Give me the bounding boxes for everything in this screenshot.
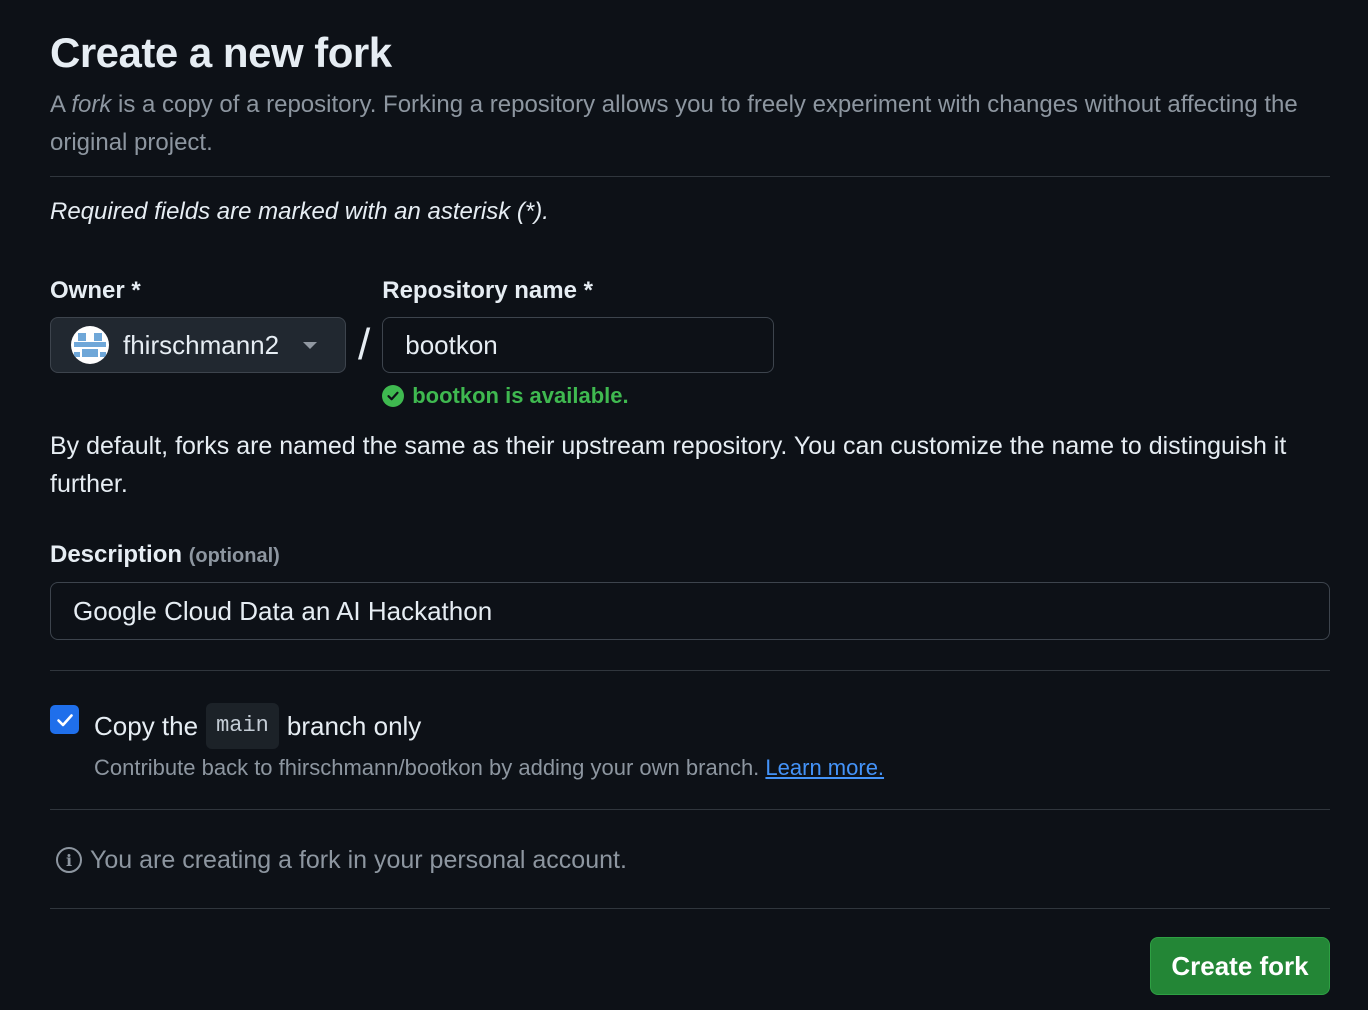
- copy-branch-description: Contribute back to fhirschmann/bootkon b…: [94, 755, 884, 781]
- subtitle-emphasis: fork: [71, 91, 112, 118]
- description-label: Description (optional): [50, 539, 1330, 572]
- availability-text: bootkon is available.: [412, 383, 629, 408]
- owner-repo-row: Owner * fhirschmann2 / Repository name *: [50, 275, 1330, 409]
- copy-branch-text: Copy the main branch only Contribute bac…: [94, 703, 884, 781]
- create-fork-button[interactable]: Create fork: [1150, 937, 1330, 995]
- info-message: i You are creating a fork in your person…: [56, 840, 1330, 880]
- chevron-down-icon: [303, 341, 318, 349]
- subtitle-rest: is a copy of a repository. Forking a rep…: [50, 91, 1298, 156]
- divider: [50, 670, 1330, 671]
- check-circle-icon: [382, 385, 405, 407]
- divider: [50, 908, 1330, 909]
- fork-name-help-text: By default, forks are named the same as …: [50, 432, 1287, 498]
- create-fork-page: Create a new fork A fork is a copy of a …: [50, 0, 1330, 995]
- owner-label: Owner *: [50, 277, 141, 304]
- description-input[interactable]: [50, 582, 1330, 640]
- info-text: You are creating a fork in your personal…: [90, 845, 627, 874]
- owner-field: Owner * fhirschmann2: [50, 275, 346, 373]
- optional-tag: (optional): [188, 545, 280, 567]
- availability-message: bootkon is available.: [382, 383, 774, 409]
- copy-branch-label-before: Copy the: [94, 711, 199, 741]
- copy-branch-sub-text: Contribute back to fhirschmann/bootkon b…: [94, 755, 760, 780]
- divider: [50, 809, 1330, 810]
- divider: [50, 176, 1330, 177]
- description-label-text: Description: [50, 541, 183, 568]
- repo-name-field: Repository name * bootkon is available.: [382, 275, 775, 409]
- copy-branch-label-after: branch only: [286, 711, 422, 741]
- copy-branch-label: Copy the main branch only: [94, 703, 884, 749]
- owner-name: fhirschmann2: [123, 329, 280, 360]
- slash-separator: /: [358, 320, 371, 369]
- learn-more-link[interactable]: Learn more.: [765, 755, 884, 780]
- copy-branch-checkbox[interactable]: [50, 705, 79, 734]
- form-footer: Create fork: [50, 937, 1330, 995]
- required-fields-note: Required fields are marked with an aster…: [50, 198, 549, 225]
- info-icon: i: [56, 847, 82, 873]
- branch-name-code: main: [206, 703, 279, 749]
- avatar: [71, 326, 109, 364]
- page-title: Create a new fork: [50, 29, 392, 76]
- repo-name-label: Repository name *: [382, 277, 593, 304]
- page-subtitle: A fork is a copy of a repository. Forkin…: [50, 86, 1310, 162]
- subtitle-prefix: A: [50, 91, 72, 118]
- repo-name-input[interactable]: [382, 317, 775, 373]
- owner-dropdown[interactable]: fhirschmann2: [50, 317, 346, 373]
- checkmark-icon: [56, 713, 73, 726]
- copy-branch-option: Copy the main branch only Contribute bac…: [50, 703, 1330, 781]
